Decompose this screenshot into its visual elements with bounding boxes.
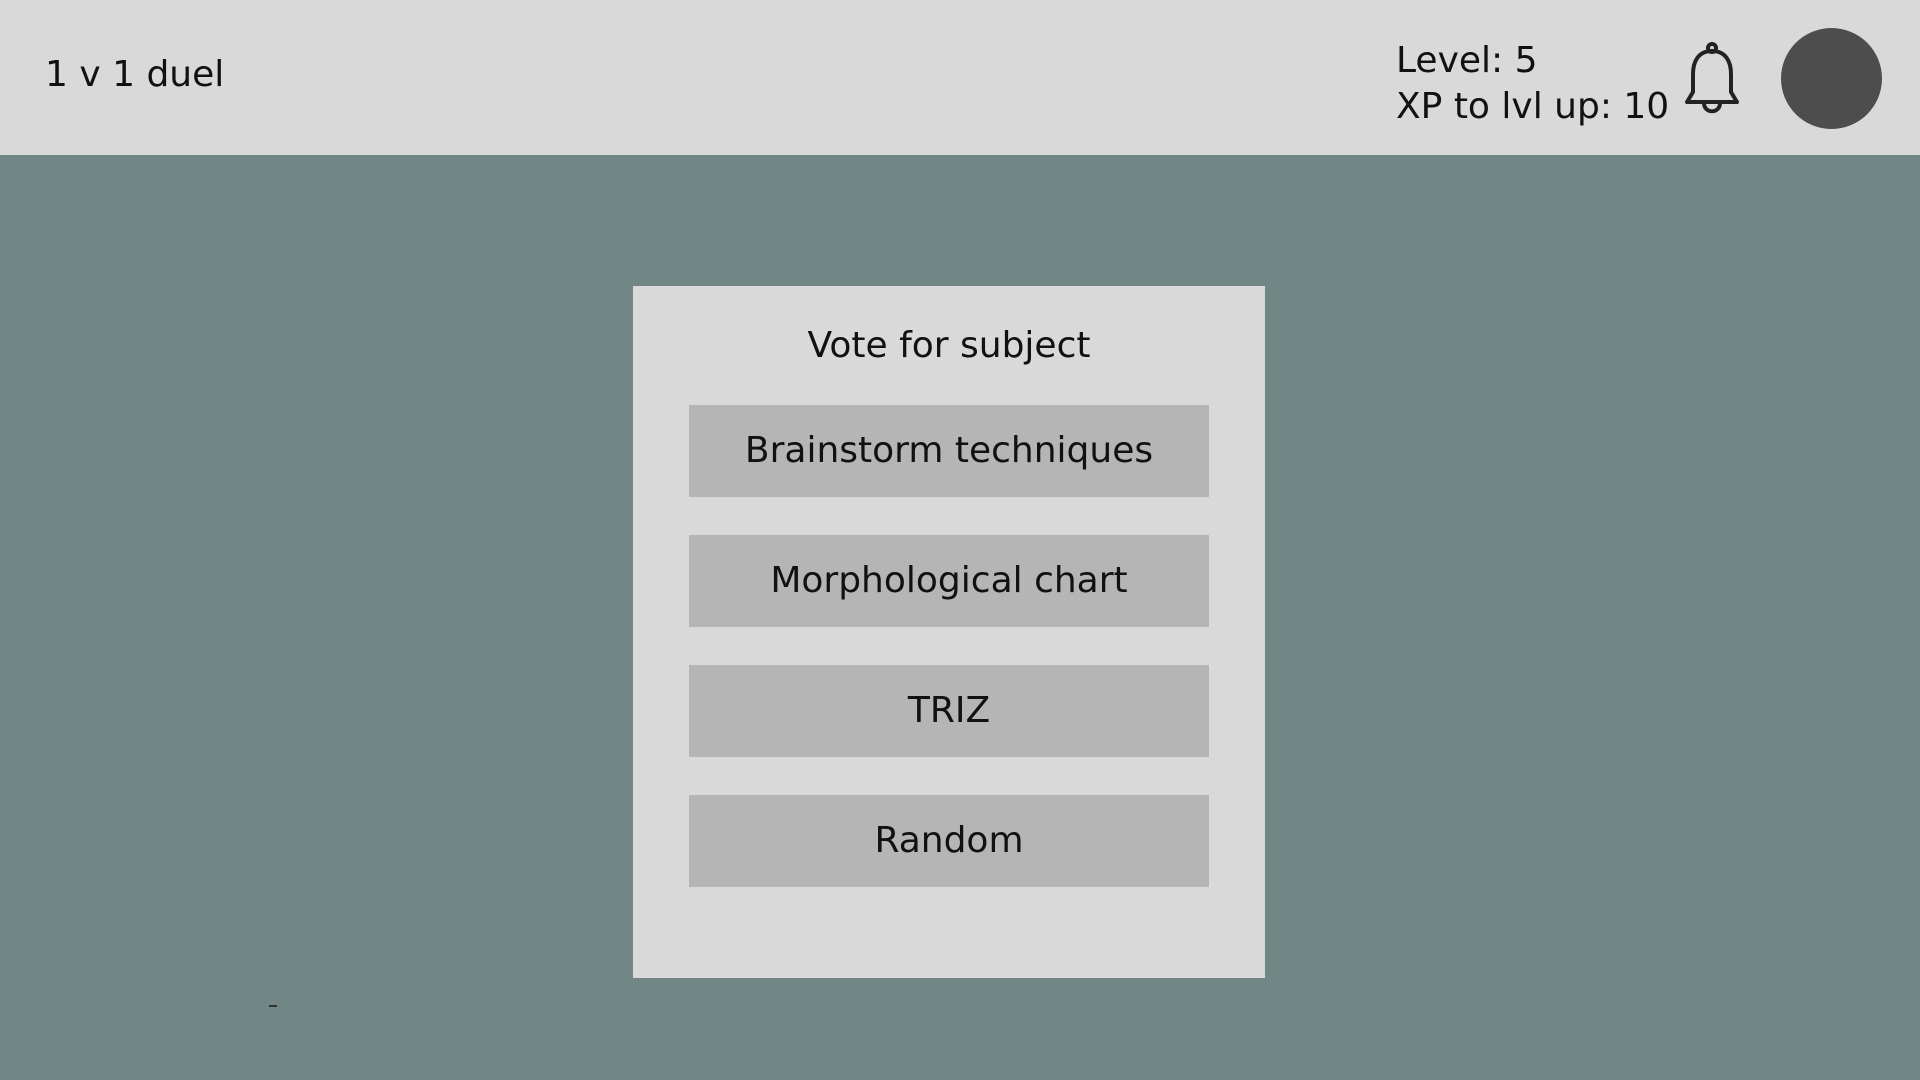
top-bar: 1 v 1 duel Level: 5 XP to lvl up: 10 [0,0,1920,155]
option-random-button[interactable]: Random [689,795,1209,887]
avatar[interactable] [1781,28,1882,129]
level-info: Level: 5 XP to lvl up: 10 [1396,38,1669,130]
bell-icon[interactable] [1682,40,1742,120]
option-morphological-chart-button[interactable]: Morphological chart [689,535,1209,627]
option-triz-button[interactable]: TRIZ [689,665,1209,757]
page-title: 1 v 1 duel [45,54,225,95]
xp-label: XP to lvl up: 10 [1396,86,1670,127]
vote-panel: Vote for subject Brainstorm techniques M… [633,286,1265,978]
stray-mark [269,1005,277,1007]
bell-icon-graphic [1685,42,1739,114]
option-brainstorm-techniques-button[interactable]: Brainstorm techniques [689,405,1209,497]
vote-title: Vote for subject [807,325,1091,366]
level-label: Level: 5 [1396,40,1538,81]
